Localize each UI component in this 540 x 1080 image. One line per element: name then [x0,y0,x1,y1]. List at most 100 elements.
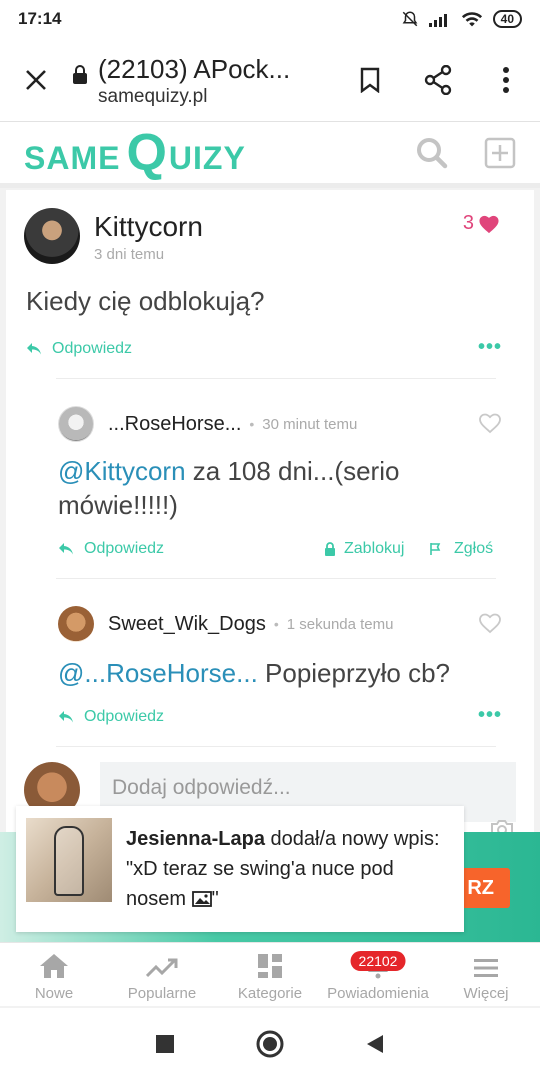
search-icon[interactable] [416,137,448,169]
share-button[interactable] [404,38,472,122]
nav-label: Nowe [34,985,74,1002]
close-icon [26,69,46,90]
post-time: 3 dni temu [94,245,165,263]
more-vert-icon [503,66,509,93]
heart-outline-icon[interactable] [478,412,502,434]
block-label: Zablokuj [344,540,405,557]
status-time: 17:14 [18,9,62,28]
nav-label: Kategorie [237,985,303,1002]
divider [56,578,496,579]
system-navigation [0,1008,540,1080]
bookmark-button[interactable] [336,38,404,122]
logo-same: SAME [24,139,121,176]
toast-action: dodał/a nowy wpis: [264,828,440,850]
notification-badge: 22102 [350,951,406,971]
menu-icon [474,959,498,977]
nav-nowe[interactable]: Nowe [0,943,108,1006]
wifi-icon [461,12,482,27]
notification-toast[interactable]: Jesienna-Lapa dodał/a nowy wpis: "xD ter… [16,806,464,932]
home-icon [40,954,68,978]
page-domain: samequizy.pl [98,85,208,107]
flag-icon [430,543,441,555]
reply-author[interactable]: ...RoseHorse... [108,413,241,436]
reply-header: ...RoseHorse... • 30 minut temu [58,406,357,442]
more-menu-button[interactable] [472,38,540,122]
entry-thumbnail [26,818,112,902]
heart-icon [479,215,499,233]
divider [56,378,496,379]
dashboard-icon [258,954,282,978]
logo-uizy: UIZY [168,139,246,176]
trending-icon [146,958,178,978]
signal-icon [428,14,447,27]
nav-wiecej[interactable]: Więcej [432,943,540,1006]
avatar[interactable] [58,406,94,442]
like-button[interactable]: 3 [463,212,500,235]
recents-icon[interactable] [156,1035,174,1053]
nav-kategorie[interactable]: Kategorie [216,943,324,1006]
samequizy-logo[interactable]: SAME Q UIZY [24,123,246,182]
browser-toolbar: (22103) APock... samequizy.pl [0,38,540,122]
mute-icon [402,11,418,27]
reply-icon [59,543,73,555]
author-name[interactable]: Kittycorn [94,210,203,244]
reply-time: 1 sekunda temu [286,615,394,633]
toast-user: Jesienna-Lapa [126,828,265,850]
logo-q: Q [126,123,168,182]
toast-quote: "xD teraz se swing'a nuce pod nosem [126,858,394,910]
mention-link[interactable]: @...RoseHorse... [58,658,258,688]
heart-outline-icon[interactable] [478,612,502,634]
nav-label: Popularne [127,985,197,1002]
reply-header: Sweet_Wik_Dogs • 1 sekunda temu [58,606,394,642]
bottom-navigation: Nowe Popularne Kategorie Powiadomienia 2… [0,942,540,1006]
reply-text: @Kittycorn za 108 dni...(serio mówie!!!!… [58,454,458,522]
report-button[interactable]: Zgłoś [430,540,493,558]
battery-indicator: 40 [492,10,522,28]
image-icon [191,891,212,907]
page-title: (22103) APock... [98,53,291,84]
close-tab-button[interactable] [0,38,72,122]
toast-quote-end: " [211,888,219,910]
mention-link[interactable]: @Kittycorn [58,456,186,486]
nav-label: Powiadomienia [327,985,429,1002]
reply-text: @...RoseHorse... Popieprzyło cb? [58,656,498,690]
site-header: SAME Q UIZY [0,122,540,188]
reply-label: Odpowiedz [52,340,133,357]
report-label: Zgłoś [454,540,494,557]
status-icons: 40 [401,10,522,28]
reply-author[interactable]: Sweet_Wik_Dogs [108,613,266,636]
reply-icon [59,711,73,723]
reply-icon [27,343,41,355]
like-count: 3 [462,212,474,234]
reply-time: 30 minut temu [262,415,358,433]
reply-body: Popieprzyło cb? [257,658,451,688]
reply-button[interactable]: Odpowiedz [58,540,164,558]
add-quiz-icon[interactable] [484,137,516,169]
reply-button[interactable]: Odpowiedz [58,708,164,726]
separator-dot: • [249,416,255,432]
post-header: Kittycorn 3 dni temu [24,208,203,264]
url-bar[interactable]: (22103) APock... samequizy.pl [72,51,336,109]
nav-label: Więcej [463,985,509,1002]
avatar[interactable] [58,606,94,642]
share-icon [424,64,452,95]
post-text: Kiedy cię odblokują? [26,286,265,316]
reply-label: Odpowiedz [84,708,165,725]
status-bar: 17:14 40 [0,0,540,38]
separator-dot: • [273,616,279,632]
reply-label: Odpowiedz [84,540,165,557]
back-icon[interactable] [366,1034,384,1054]
lock-icon [325,542,335,556]
more-options-button[interactable]: ••• [478,336,502,359]
nav-popularne[interactable]: Popularne [108,943,216,1006]
home-button-icon[interactable] [256,1030,284,1058]
avatar[interactable] [24,208,80,264]
block-button[interactable]: Zablokuj [324,540,404,558]
bookmark-icon [360,67,380,93]
lock-icon [73,64,87,84]
nav-powiadomienia[interactable]: Powiadomienia 22102 [324,943,432,1006]
comment-thread: Kittycorn 3 dni temu 3 Kiedy cię odbloku… [6,190,534,850]
toast-message: Jesienna-Lapa dodał/a nowy wpis: "xD ter… [126,824,456,914]
reply-button[interactable]: Odpowiedz [26,340,132,358]
more-options-button[interactable]: ••• [478,704,502,727]
